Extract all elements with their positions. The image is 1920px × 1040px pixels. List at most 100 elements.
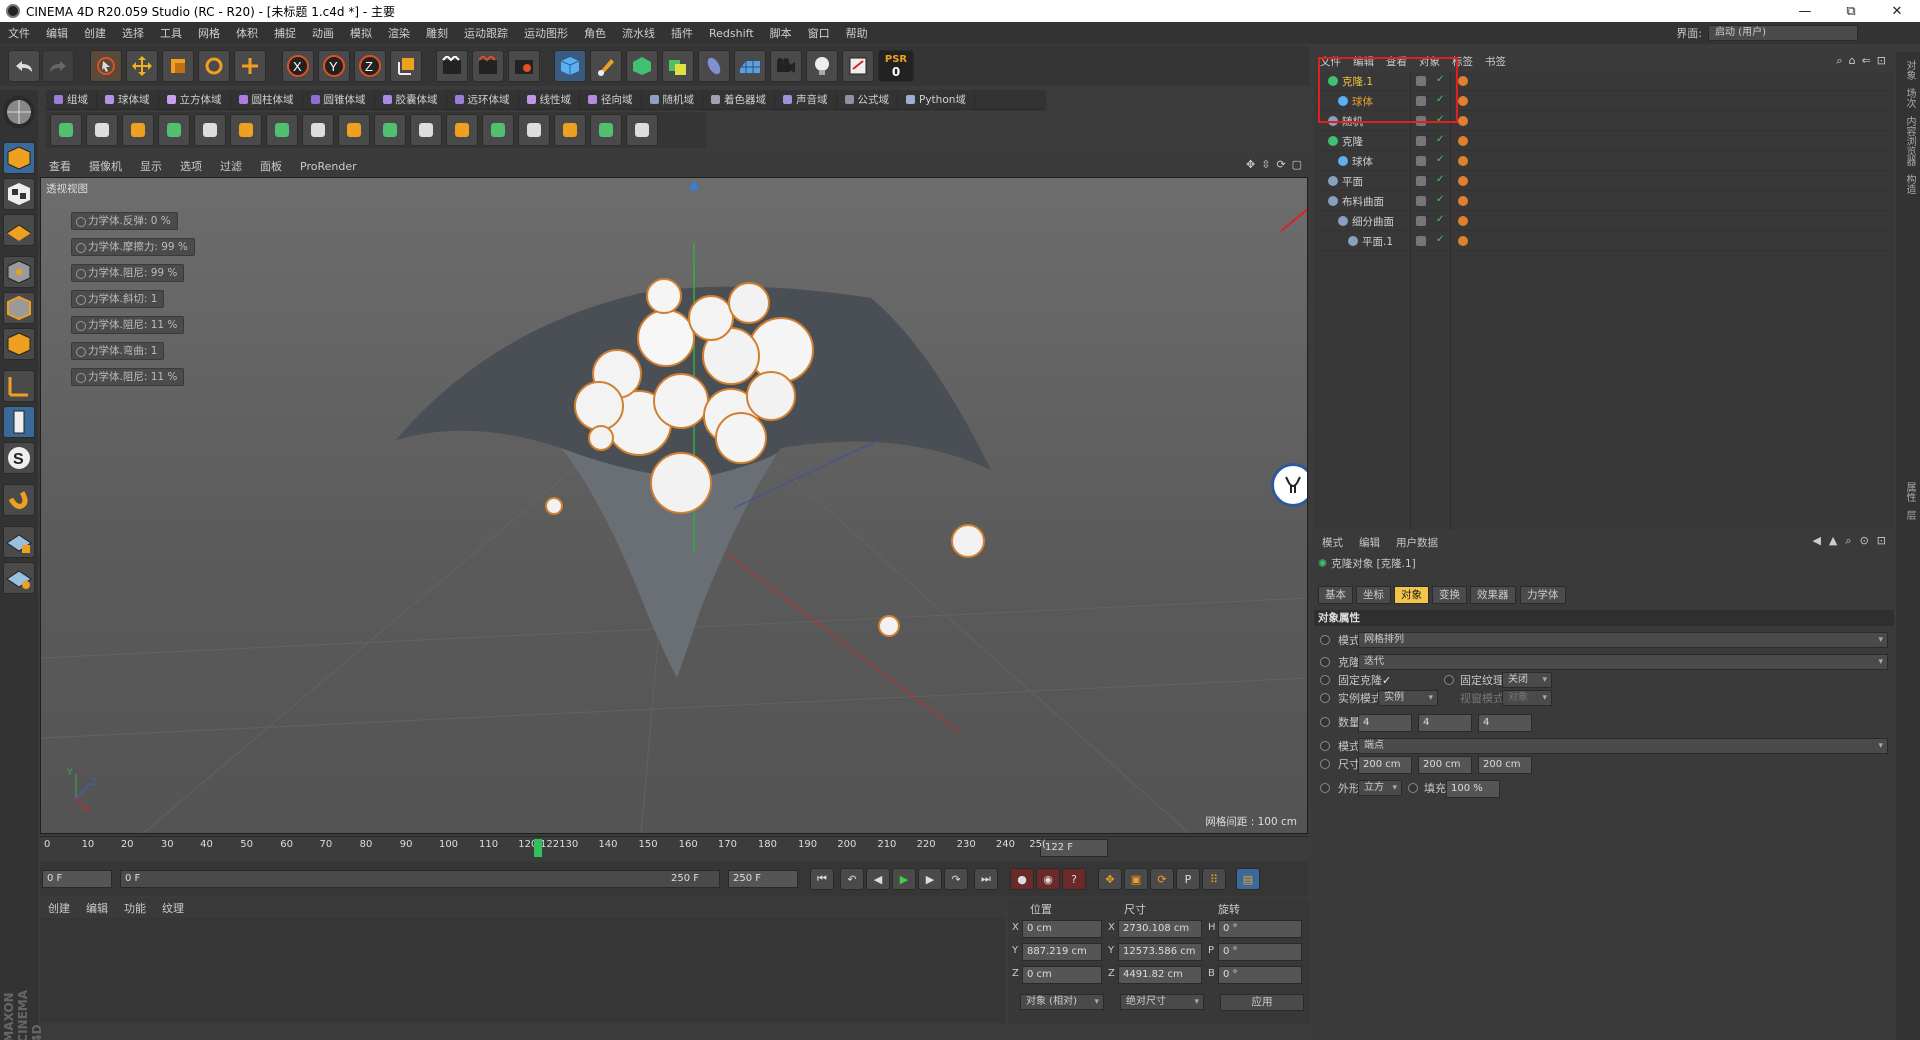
preview-range-slider[interactable]: 0 F 250 F (120, 870, 720, 888)
sphere-mode-icon[interactable] (3, 96, 35, 128)
object-menu-5[interactable]: 书签 (1479, 54, 1512, 69)
dynamics-param-5[interactable]: 力学体.弯曲: 1 (71, 342, 165, 360)
matrix-icon[interactable] (338, 114, 370, 146)
polygons-mode-icon[interactable] (3, 328, 35, 360)
fracture-icon[interactable] (374, 114, 406, 146)
start-frame-field[interactable]: 0 F (42, 870, 112, 888)
menu-item-17[interactable]: Redshift (701, 27, 762, 40)
field-button-5[interactable]: 胶囊体域 (375, 90, 447, 109)
scale-tool-icon[interactable] (162, 50, 194, 82)
subdivision-surface-icon[interactable] (626, 50, 658, 82)
field-button-3[interactable]: 圆柱体域 (231, 90, 303, 109)
menu-item-1[interactable]: 编辑 (38, 25, 76, 41)
play-button[interactable]: ▶ (892, 868, 916, 890)
key-scale-icon[interactable]: ▣ (1124, 868, 1148, 890)
visibility-toggle-icon[interactable] (1416, 156, 1426, 166)
attribute-menu-2[interactable]: 用户数据 (1388, 535, 1446, 550)
viewport-menu-1[interactable]: 摄像机 (80, 158, 131, 174)
next-key-button[interactable]: ↷ (944, 868, 968, 890)
enabled-check-icon[interactable]: ✓ (1436, 154, 1444, 165)
viewport-menu-4[interactable]: 过滤 (211, 158, 251, 174)
enabled-check-icon[interactable]: ✓ (1436, 134, 1444, 145)
autokey-icon[interactable]: ◉ (1036, 868, 1060, 890)
cube-object-icon[interactable] (554, 50, 586, 82)
visibility-toggle-icon[interactable] (1416, 196, 1426, 206)
mode2-anim-toggle[interactable] (1320, 741, 1330, 751)
playhead-marker[interactable] (533, 839, 542, 857)
snap-icon[interactable]: S (3, 442, 35, 474)
tweak-mode-icon[interactable] (3, 406, 35, 438)
pos-field-x[interactable]: 0 cm (1022, 920, 1102, 938)
field-button-0[interactable]: 组域 (46, 90, 97, 109)
texture-mode-icon[interactable] (3, 178, 35, 210)
menu-item-13[interactable]: 运动图形 (516, 25, 576, 41)
axis-mode-icon[interactable] (3, 370, 35, 402)
menu-item-16[interactable]: 插件 (663, 25, 701, 41)
field-button-4[interactable]: 圆锥体域 (303, 90, 375, 109)
menu-item-20[interactable]: 帮助 (838, 25, 876, 41)
material-menu-1[interactable]: 编辑 (78, 900, 116, 916)
pos-field-z[interactable]: 0 cm (1022, 966, 1102, 984)
x-axis-lock-icon[interactable]: X (282, 50, 314, 82)
enabled-check-icon[interactable]: ✓ (1436, 214, 1444, 225)
extrude-icon[interactable] (518, 114, 550, 146)
workplane-icon[interactable] (3, 214, 35, 246)
visibility-toggle-icon[interactable] (1416, 216, 1426, 226)
perspective-viewport[interactable]: 透视视图 力学体.反弹: 0 % 力学体.摩擦力: 99 % 力学体.阻尼: 99 … (40, 177, 1308, 834)
rot-field-p[interactable]: 0 ° (1218, 943, 1302, 961)
next-frame-button[interactable]: ▶ (918, 868, 942, 890)
key-pla-icon[interactable]: ⠿ (1202, 868, 1226, 890)
field-button-6[interactable]: 远环体域 (447, 90, 519, 109)
tag-icon[interactable] (1458, 216, 1468, 226)
timeline-window-icon[interactable]: ▤ (1236, 868, 1260, 890)
viewport-mode-dropdown[interactable]: 对象 (1502, 690, 1552, 706)
menu-item-6[interactable]: 体积 (228, 25, 266, 41)
menu-item-8[interactable]: 动画 (304, 25, 342, 41)
menu-item-18[interactable]: 脚本 (762, 25, 800, 41)
dynamics-param-6[interactable]: 力学体.阻尼: 11 % (71, 368, 185, 386)
camera-icon[interactable] (770, 50, 802, 82)
psr-indicator[interactable]: PSR 0 (878, 50, 914, 82)
instance-dropdown[interactable]: 实例 (1378, 690, 1438, 706)
visibility-toggle-icon[interactable] (1416, 176, 1426, 186)
size-y-field[interactable]: 200 cm (1418, 756, 1472, 774)
recent-tool-icon[interactable] (234, 50, 266, 82)
mode-anim-toggle[interactable] (1320, 635, 1330, 645)
field-button-13[interactable]: Python域 (898, 90, 975, 109)
knife-icon[interactable] (122, 114, 154, 146)
enabled-check-icon[interactable]: ✓ (1436, 174, 1444, 185)
new-panel-icon[interactable]: ⊡ (1877, 534, 1886, 548)
menu-item-4[interactable]: 工具 (152, 25, 190, 41)
select-tool-icon[interactable] (90, 50, 122, 82)
timeline-ruler[interactable]: 122 F 0 10 20 30 40 50 60 70 80 90 100 110 120 122 130… (40, 836, 1308, 860)
size-mode-dropdown[interactable]: 绝对尺寸 (1120, 994, 1204, 1010)
voronoi-icon[interactable] (410, 114, 442, 146)
minimize-button[interactable]: — (1782, 0, 1828, 22)
side-tab-2[interactable]: 内容浏览器 (1902, 116, 1917, 166)
size-x-field[interactable]: 200 cm (1358, 756, 1412, 774)
light-icon[interactable] (806, 50, 838, 82)
goto-end-button[interactable]: ⏭ (974, 868, 998, 890)
key-position-icon[interactable]: ✥ (1098, 868, 1122, 890)
instance-anim-toggle[interactable] (1320, 693, 1330, 703)
object-row[interactable]: 球体 ✓ (1316, 152, 1892, 171)
render-settings-icon[interactable] (508, 50, 540, 82)
up-arrow-icon[interactable]: ▲ (1829, 534, 1837, 548)
menu-item-3[interactable]: 选择 (114, 25, 152, 41)
side-tab-3[interactable]: 构造 (1902, 174, 1917, 194)
tag-icon[interactable] (1458, 136, 1468, 146)
viewport-menu-5[interactable]: 面板 (251, 158, 291, 174)
rotate-view-icon[interactable]: ⟳ (1276, 158, 1285, 171)
fill-anim-toggle[interactable] (1408, 783, 1418, 793)
render-queue-icon[interactable] (842, 50, 874, 82)
tag-icon[interactable] (1458, 156, 1468, 166)
loop-icon[interactable] (230, 114, 262, 146)
spline-icon[interactable] (446, 114, 478, 146)
magnet-icon[interactable] (3, 484, 35, 516)
grid-lock-icon[interactable] (3, 526, 35, 558)
menu-item-11[interactable]: 雕刻 (418, 25, 456, 41)
shape-anim-toggle[interactable] (1320, 783, 1330, 793)
fx-icon[interactable] (626, 114, 658, 146)
size-z-field[interactable]: 200 cm (1478, 756, 1532, 774)
y-axis-lock-icon[interactable]: Y (318, 50, 350, 82)
